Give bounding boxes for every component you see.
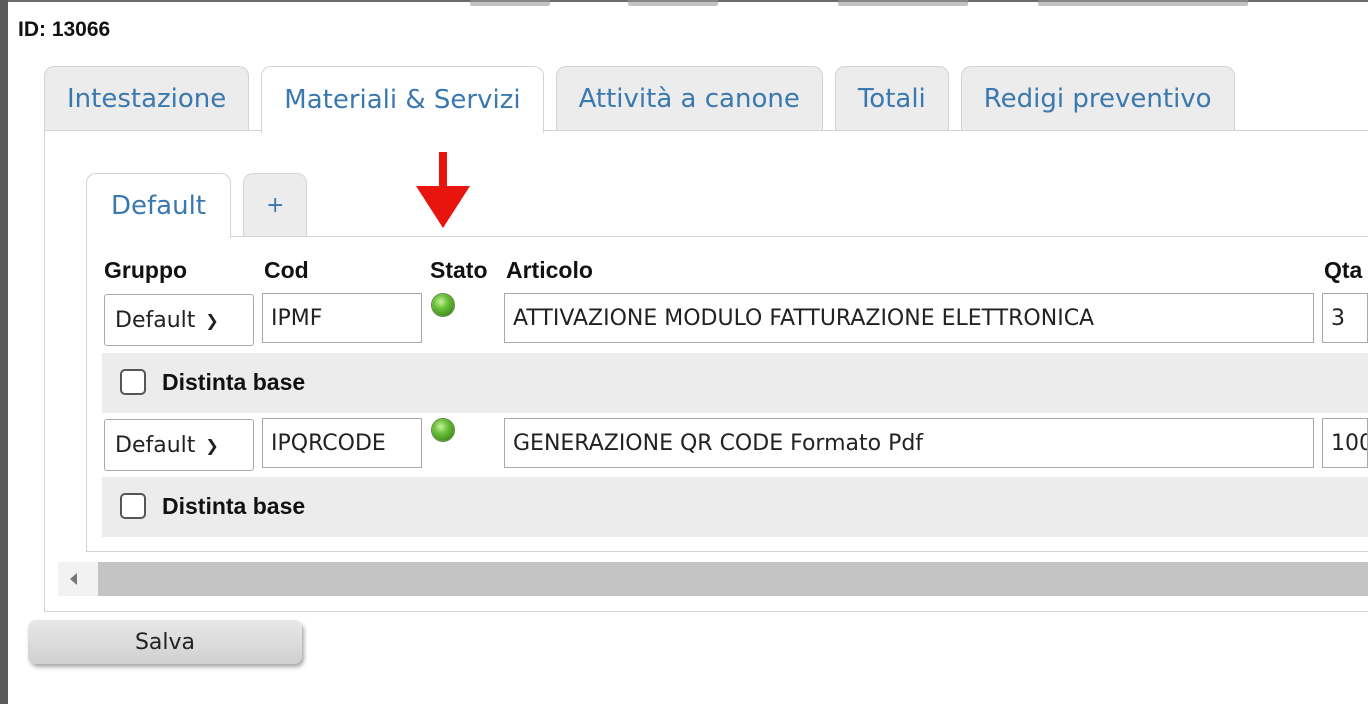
- column-header-cod: Cod: [264, 257, 309, 283]
- cod-field[interactable]: IPMF: [262, 293, 422, 343]
- qta-field[interactable]: 3: [1322, 293, 1368, 343]
- window-top-edge: [8, 0, 1368, 10]
- add-group-tab[interactable]: +: [243, 173, 308, 237]
- distinta-base-checkbox[interactable]: [120, 493, 146, 519]
- column-header-stato: Stato: [430, 257, 488, 283]
- inner-tab-bar: Default +: [86, 173, 319, 238]
- column-header-gruppo: Gruppo: [104, 257, 188, 283]
- column-header-qta: Qta: [1324, 257, 1363, 283]
- status-led-icon: [432, 294, 454, 316]
- status-led-icon: [432, 419, 454, 441]
- gruppo-select-value: Default: [115, 307, 196, 333]
- gruppo-select[interactable]: Default ❯: [104, 294, 254, 346]
- distinta-base-label: Distinta base: [162, 369, 306, 395]
- record-id: ID: 13066: [18, 18, 111, 41]
- scroll-left-icon[interactable]: [70, 573, 77, 585]
- cod-field[interactable]: IPQRCODE: [262, 418, 422, 468]
- column-header-articolo: Articolo: [506, 257, 593, 283]
- gruppo-select[interactable]: Default ❯: [104, 419, 254, 471]
- tab-materiali-servizi[interactable]: Materiali & Servizi: [261, 66, 544, 133]
- tab-attivita-canone[interactable]: Attività a canone: [555, 66, 823, 131]
- horizontal-scrollbar[interactable]: [58, 562, 1368, 596]
- window-left-border: [0, 0, 8, 704]
- distinta-base-checkbox[interactable]: [120, 369, 146, 395]
- articolo-field[interactable]: GENERAZIONE QR CODE Formato Pdf: [504, 418, 1314, 468]
- tab-redigi-preventivo[interactable]: Redigi preventivo: [960, 66, 1235, 131]
- tab-totali[interactable]: Totali: [834, 66, 949, 131]
- tab-intestazione[interactable]: Intestazione: [44, 66, 250, 131]
- articolo-field[interactable]: ATTIVAZIONE MODULO FATTURAZIONE ELETTRON…: [504, 293, 1314, 343]
- outer-tab-bar: Intestazione Materiali & Servizi Attivit…: [44, 66, 1247, 133]
- red-arrow-icon: [416, 152, 470, 228]
- chevron-down-icon: ❯: [205, 435, 219, 455]
- save-button[interactable]: Salva: [28, 620, 302, 664]
- qta-field[interactable]: 100: [1322, 418, 1368, 468]
- chevron-down-icon: ❯: [205, 310, 219, 330]
- distinta-base-label: Distinta base: [162, 493, 306, 519]
- distinta-base-row: Distinta base: [102, 477, 1368, 537]
- tab-default-group[interactable]: Default: [86, 173, 231, 238]
- gruppo-select-value: Default: [115, 432, 196, 458]
- distinta-base-row: Distinta base: [102, 353, 1368, 413]
- scrollbar-thumb[interactable]: [98, 562, 1368, 596]
